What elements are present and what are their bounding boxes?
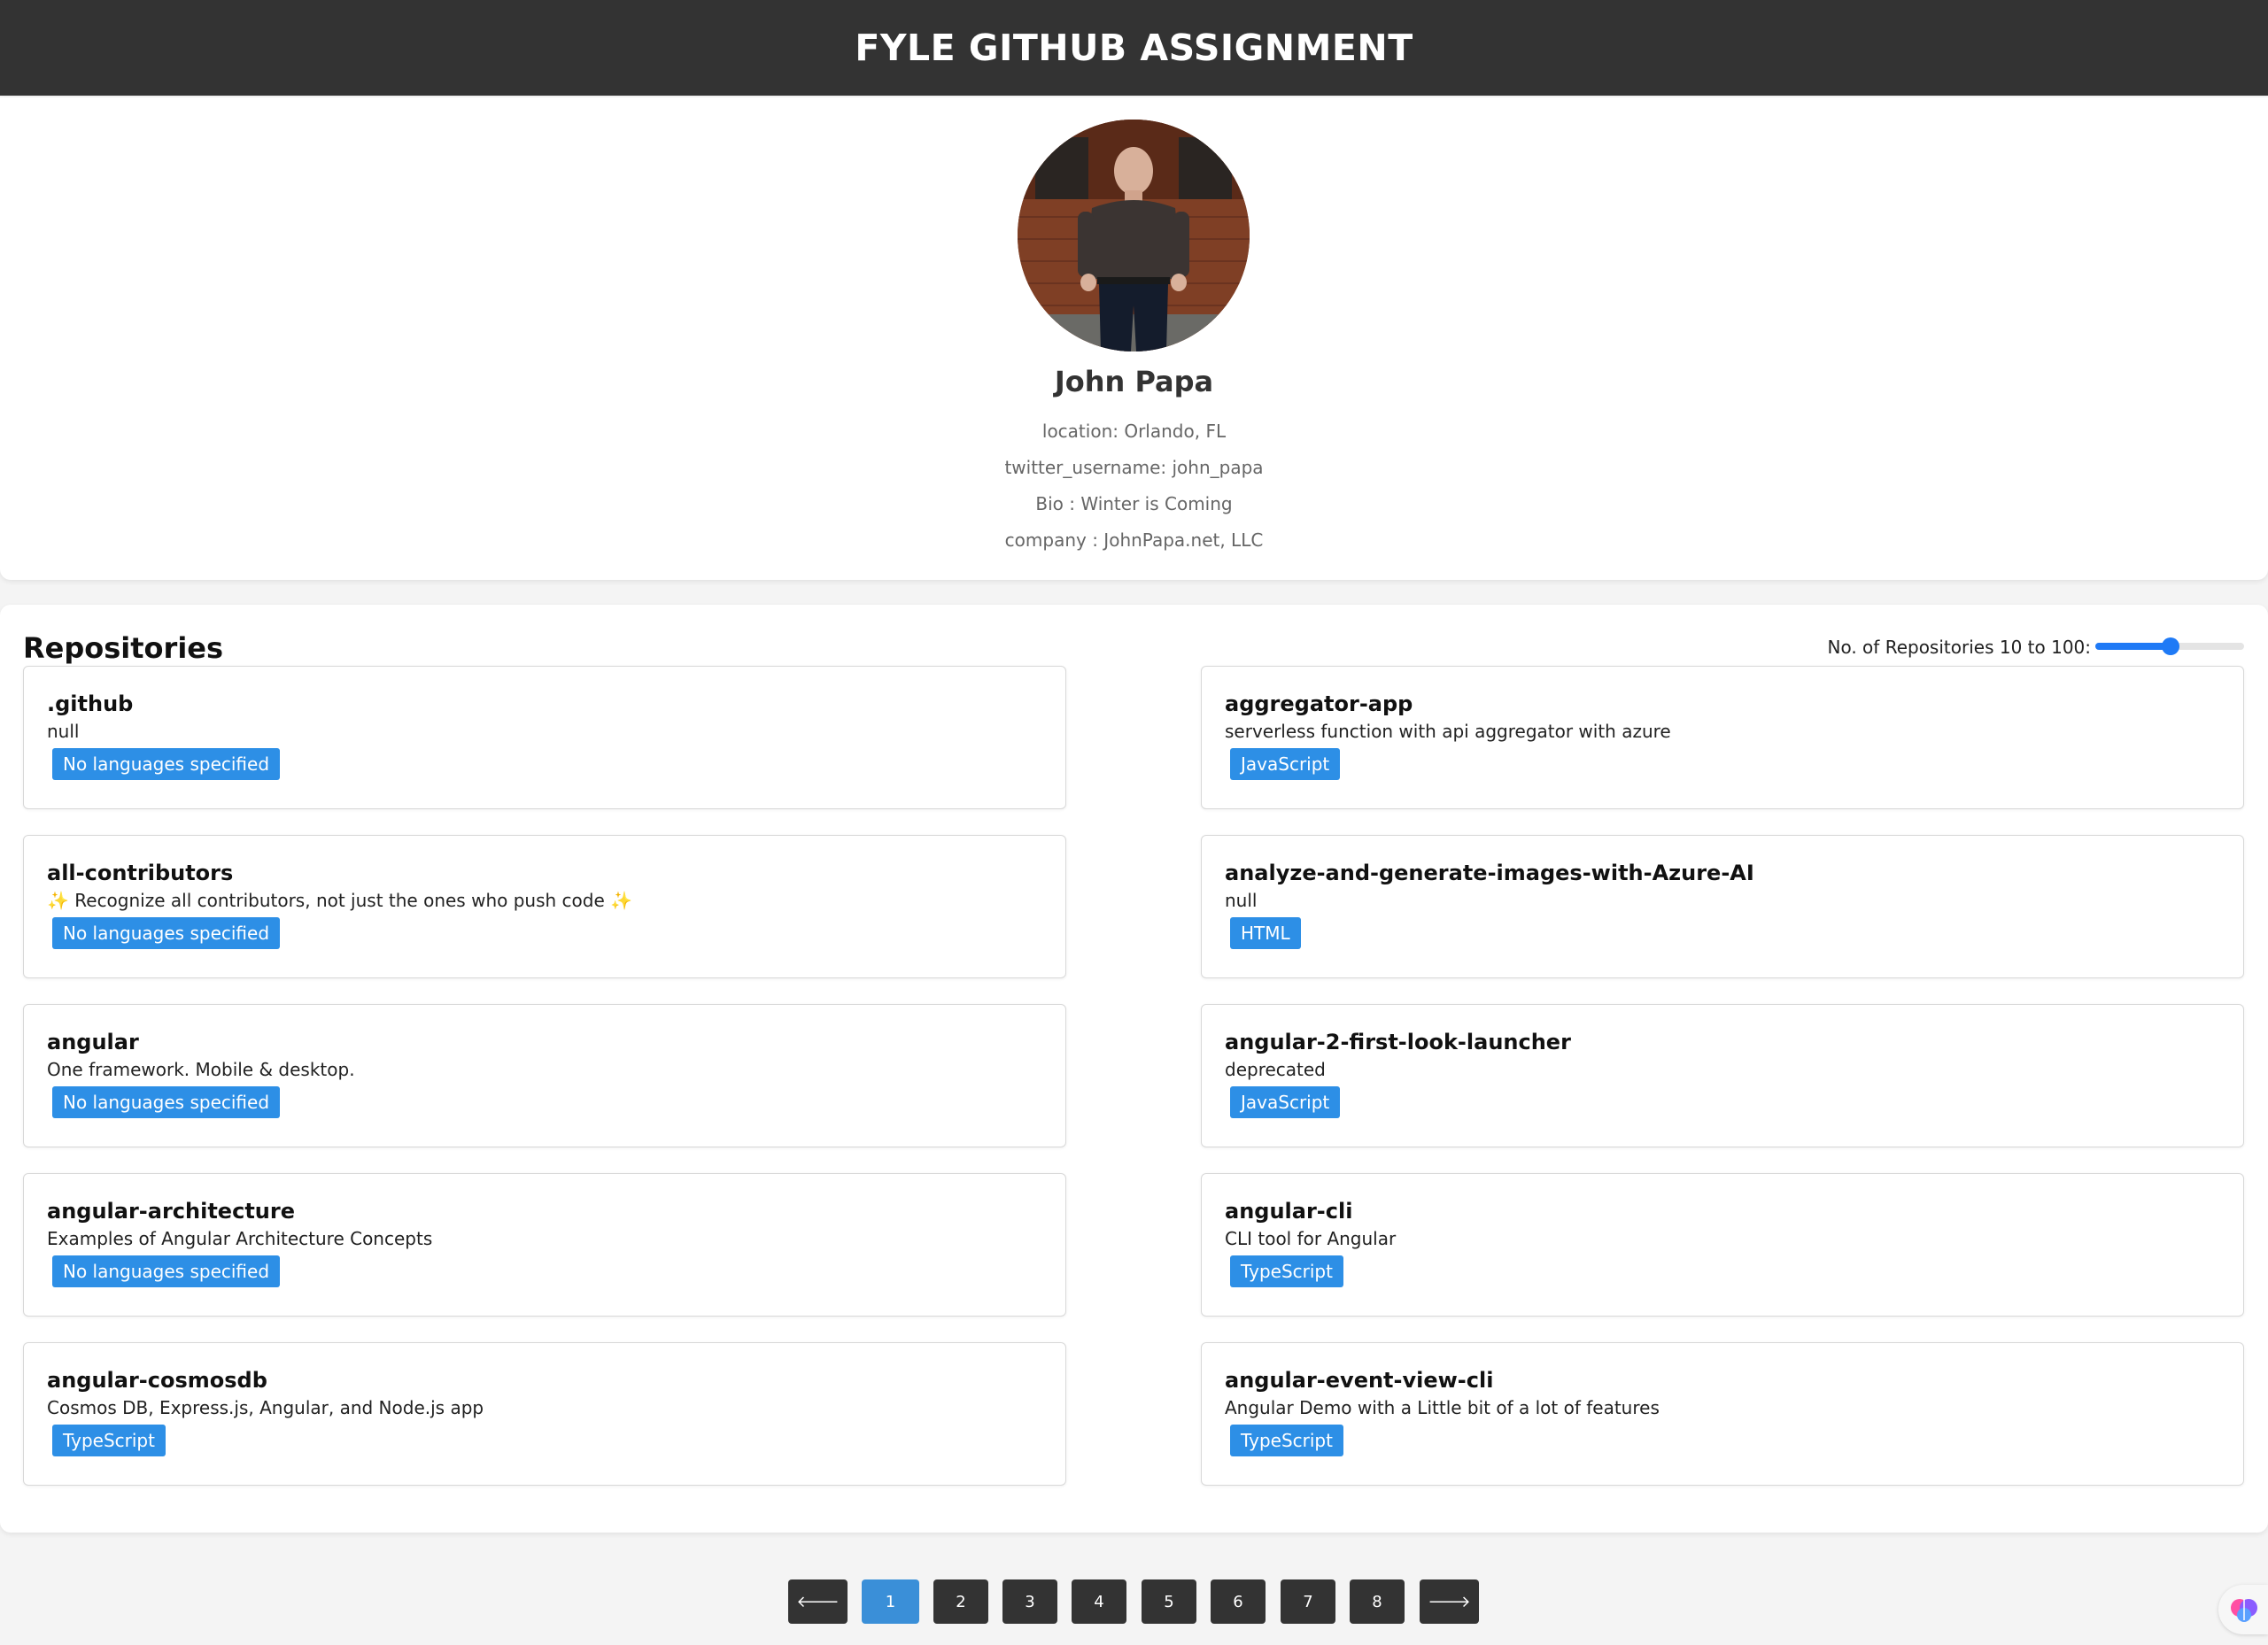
page-button-5[interactable]: 5 xyxy=(1142,1579,1196,1624)
repo-card[interactable]: analyze-and-generate-images-with-Azure-A… xyxy=(1201,835,2244,978)
repo-card[interactable]: angular-2-first-look-launcher deprecated… xyxy=(1201,1004,2244,1147)
arrow-left-icon: 🡐 xyxy=(796,1592,840,1611)
repo-name[interactable]: angular-event-view-cli xyxy=(1225,1368,1493,1393)
repo-card[interactable]: all-contributors ✨ Recognize all contrib… xyxy=(23,835,1066,978)
repo-card[interactable]: angular-architecture Examples of Angular… xyxy=(23,1173,1066,1317)
language-badge: TypeScript xyxy=(1230,1425,1343,1456)
avatar xyxy=(1018,120,1250,351)
page-button-2[interactable]: 2 xyxy=(933,1579,988,1624)
repo-description: CLI tool for Angular xyxy=(1225,1228,1397,1249)
repo-name[interactable]: all-contributors xyxy=(47,861,233,885)
page-button-3[interactable]: 3 xyxy=(1002,1579,1057,1624)
repo-description: null xyxy=(47,721,80,742)
repo-name[interactable]: analyze-and-generate-images-with-Azure-A… xyxy=(1225,861,1754,885)
language-badge: TypeScript xyxy=(52,1425,166,1456)
repo-count-slider[interactable] xyxy=(2095,637,2244,655)
assistant-widget[interactable] xyxy=(2218,1585,2268,1634)
repo-name[interactable]: .github xyxy=(47,691,133,716)
repo-description: serverless function with api aggregator … xyxy=(1225,721,1671,742)
page-button-4[interactable]: 4 xyxy=(1072,1579,1126,1624)
arrow-right-icon: 🡒 xyxy=(1428,1592,1471,1611)
repositories-card: Repositories No. of Repositories 10 to 1… xyxy=(0,605,2268,1533)
profile-company: company : JohnPapa.net, LLC xyxy=(1004,529,1264,551)
repositories-title: Repositories xyxy=(23,631,224,665)
language-badge: JavaScript xyxy=(1230,1086,1341,1118)
repo-card[interactable]: angular-cosmosdb Cosmos DB, Express.js, … xyxy=(23,1342,1066,1486)
repo-card[interactable]: angular-cli CLI tool for Angular TypeScr… xyxy=(1201,1173,2244,1317)
language-badge: HTML xyxy=(1230,917,1301,949)
language-badge: No languages specified xyxy=(52,917,281,949)
slider-fill xyxy=(2095,643,2171,650)
repo-description: Angular Demo with a Little bit of a lot … xyxy=(1225,1397,1660,1418)
repo-card[interactable]: .github null No languages specified xyxy=(23,666,1066,809)
profile-bio: Bio : Winter is Coming xyxy=(1035,493,1233,514)
repo-description: ✨ Recognize all contributors, not just t… xyxy=(47,890,633,911)
repo-description: Cosmos DB, Express.js, Angular, and Node… xyxy=(47,1397,484,1418)
profile-name: John Papa xyxy=(1054,365,1214,398)
repo-card[interactable]: aggregator-app serverless function with … xyxy=(1201,666,2244,809)
profile-twitter: twitter_username: john_papa xyxy=(1004,457,1264,478)
repo-name[interactable]: aggregator-app xyxy=(1225,691,1413,716)
profile-location: location: Orlando, FL xyxy=(1041,421,1227,442)
language-badge: TypeScript xyxy=(1230,1255,1343,1287)
repo-description: null xyxy=(1225,890,1258,911)
page-button-1[interactable]: 1 xyxy=(862,1579,919,1624)
repo-name[interactable]: angular-cosmosdb xyxy=(47,1368,267,1393)
page-button-6[interactable]: 6 xyxy=(1211,1579,1266,1624)
language-badge: No languages specified xyxy=(52,748,281,780)
repo-name[interactable]: angular-2-first-look-launcher xyxy=(1225,1030,1571,1054)
repo-description: One framework. Mobile & desktop. xyxy=(47,1059,355,1080)
repo-description: Examples of Angular Architecture Concept… xyxy=(47,1228,433,1249)
slider-thumb[interactable] xyxy=(2162,637,2179,655)
repo-name[interactable]: angular-cli xyxy=(1225,1199,1352,1224)
next-page-button[interactable]: 🡒 xyxy=(1420,1579,1479,1624)
language-badge: No languages specified xyxy=(52,1086,281,1118)
brain-icon xyxy=(2231,1599,2257,1622)
profile-card: John Papa location: Orlando, FL twitter_… xyxy=(0,97,2268,580)
app-header: FYLE GITHUB ASSIGNMENT xyxy=(0,0,2268,96)
page-button-7[interactable]: 7 xyxy=(1281,1579,1335,1624)
repo-name[interactable]: angular-architecture xyxy=(47,1199,295,1224)
pagination: 🡐 1 2 3 4 5 6 7 8 🡒 xyxy=(0,1579,2268,1624)
prev-page-button[interactable]: 🡐 xyxy=(788,1579,848,1624)
app-title: FYLE GITHUB ASSIGNMENT xyxy=(855,27,1413,69)
language-badge: JavaScript xyxy=(1230,748,1341,780)
page-button-8[interactable]: 8 xyxy=(1350,1579,1405,1624)
repo-name[interactable]: angular xyxy=(47,1030,139,1054)
language-badge: No languages specified xyxy=(52,1255,281,1287)
repo-count-label: No. of Repositories 10 to 100: xyxy=(1827,637,2092,658)
repo-card[interactable]: angular-event-view-cli Angular Demo with… xyxy=(1201,1342,2244,1486)
repo-card[interactable]: angular One framework. Mobile & desktop.… xyxy=(23,1004,1066,1147)
repo-description: deprecated xyxy=(1225,1059,1326,1080)
